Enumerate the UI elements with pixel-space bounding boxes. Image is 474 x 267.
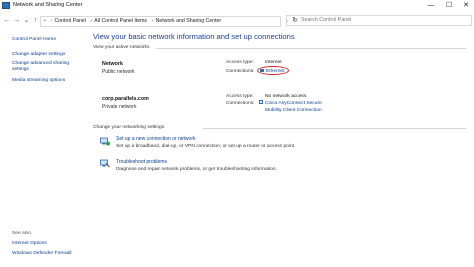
search-icon: ⌕ bbox=[293, 17, 297, 23]
network-type: Public network bbox=[102, 69, 135, 75]
search-box[interactable]: ⌕ Search Control Panel bbox=[286, 15, 472, 26]
forward-arrow-icon[interactable]: → bbox=[12, 16, 21, 26]
access-type-label: Access type: bbox=[226, 94, 254, 99]
breadcrumb-network-center[interactable]: Network and Sharing Center bbox=[156, 18, 221, 24]
see-also-heading: See also bbox=[12, 231, 32, 236]
sidebar-item-media-streaming[interactable]: Media streaming options bbox=[12, 78, 84, 84]
ethernet-link[interactable]: Ethernet bbox=[266, 69, 285, 74]
sidebar-item-firewall[interactable]: Windows Defender Firewall bbox=[12, 251, 84, 257]
recent-locations-icon[interactable]: ⌄ bbox=[22, 16, 31, 26]
page-title: View your basic network information and … bbox=[93, 32, 295, 41]
breadcrumb-separator: › bbox=[50, 18, 53, 24]
access-type-value: Internet bbox=[265, 60, 282, 65]
change-settings-heading: Change your networking settings bbox=[93, 125, 165, 130]
setup-connection-link[interactable]: Set up a new connection or network bbox=[116, 136, 196, 142]
folder-icon: ▪ bbox=[44, 18, 46, 24]
access-type-value: No network access bbox=[265, 94, 307, 99]
section-divider bbox=[156, 48, 466, 49]
breadcrumb-all-items[interactable]: All Control Panel Items bbox=[94, 18, 147, 24]
window-title: Network and Sharing Center bbox=[13, 2, 83, 8]
ethernet-icon bbox=[260, 69, 264, 72]
sidebar-item-home[interactable]: Control Panel Home bbox=[12, 37, 84, 43]
troubleshoot-description: Diagnose and repair network problems, or… bbox=[116, 167, 277, 172]
back-arrow-icon[interactable]: ← bbox=[2, 16, 11, 26]
access-type-label: Access type: bbox=[226, 60, 254, 65]
active-networks-heading: View your active networks bbox=[93, 45, 150, 50]
vpn-connection-link-line2[interactable]: Mobility Client Connection bbox=[265, 108, 322, 113]
troubleshoot-link[interactable]: Troubleshoot problems bbox=[116, 159, 167, 165]
title-bar: Network and Sharing Center — ☐ ✕ bbox=[0, 0, 474, 13]
network-type: Private network bbox=[102, 104, 137, 110]
network-name: Network bbox=[102, 61, 123, 67]
sidebar-item-advanced-sharing[interactable]: Change advanced sharing settings bbox=[12, 61, 80, 72]
sidebar-item-internet-options[interactable]: Internet Options bbox=[12, 241, 84, 247]
close-button[interactable]: ✕ bbox=[458, 0, 474, 12]
maximize-button[interactable]: ☐ bbox=[441, 0, 457, 12]
up-arrow-icon[interactable]: ↑ bbox=[31, 16, 40, 26]
troubleshoot-icon bbox=[100, 159, 110, 168]
search-placeholder: Search Control Panel bbox=[301, 17, 352, 23]
breadcrumb-separator: › bbox=[151, 18, 154, 24]
breadcrumb[interactable]: ▪ › Control Panel › All Control Panel It… bbox=[40, 16, 281, 27]
breadcrumb-control-panel[interactable]: Control Panel bbox=[54, 18, 85, 24]
new-connection-icon bbox=[100, 137, 110, 146]
connections-label: Connections: bbox=[226, 101, 255, 106]
network-name: corp.parallels.com bbox=[102, 96, 149, 102]
vpn-connection-link[interactable]: Cisco AnyConnect Secure bbox=[265, 101, 322, 106]
breadcrumb-separator: › bbox=[90, 18, 93, 24]
section-divider bbox=[203, 128, 466, 129]
connections-label: Connections: bbox=[226, 69, 255, 74]
vpn-adapter-icon bbox=[259, 100, 263, 104]
sidebar-item-adapter-settings[interactable]: Change adapter settings bbox=[12, 52, 84, 58]
minimize-button[interactable]: — bbox=[423, 0, 439, 12]
network-center-icon bbox=[2, 2, 10, 9]
setup-connection-description: Set up a broadband, dial-up, or VPN conn… bbox=[116, 144, 296, 149]
